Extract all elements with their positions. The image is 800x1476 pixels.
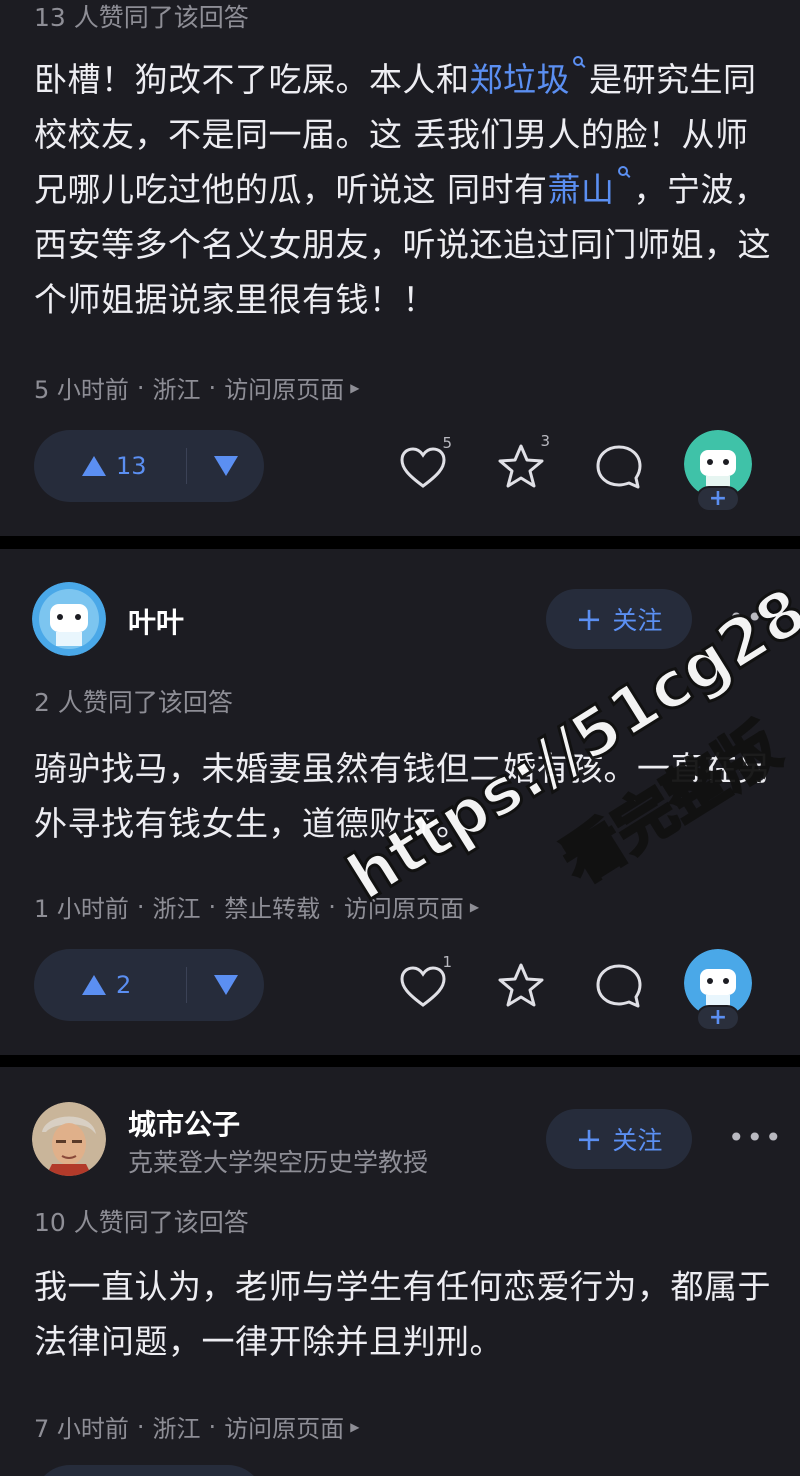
keyword-link[interactable]: 郑垃圾 [470,60,571,99]
star-icon [498,963,544,1007]
meta-separator: · [208,892,217,921]
answer-meta: 1 小时前 · 浙江 · 禁止转载 · 访问原页面 ▶ [34,889,479,924]
downvote-icon [213,975,238,995]
follow-plus-icon[interactable]: + [696,486,740,512]
comment-button[interactable] [592,959,646,1013]
like-button[interactable]: 5 [396,434,452,496]
more-icon[interactable]: ••• [728,601,784,634]
follow-plus-icon[interactable]: + [696,1005,740,1031]
like-button[interactable]: 1 [396,953,452,1015]
upvote-icon [82,975,106,995]
caret-right-icon: ▶ [350,380,360,395]
comment-icon [596,445,642,489]
meta-separator: · [208,373,217,402]
agree-count: 2 人赞同了该回答 [34,688,233,717]
author-avatar-button[interactable]: + [684,949,752,1031]
meta-separator: · [136,892,145,921]
favorite-button[interactable]: 3 [494,432,550,494]
keyword-link[interactable]: 萧山 [548,170,615,209]
downvote-icon [213,456,238,476]
user-name[interactable]: 叶叶 [128,601,184,641]
portrait-avatar-icon [32,1102,106,1176]
visit-original-link[interactable]: 访问原页面 [344,889,464,924]
body-text-part: 卧槽！狗改不了吃屎。本人和 [34,60,470,99]
vote-control [34,1465,264,1476]
favorite-button[interactable] [494,959,548,1013]
upvote-icon [82,456,106,476]
agree-count: 10 人赞同了该回答 [34,1208,249,1237]
vote-control: 13 [34,430,264,502]
post-location: 浙江 [152,376,201,404]
meta-separator: · [136,373,145,402]
user-name[interactable]: 城市公子 [128,1103,240,1143]
meta-separator: · [136,1412,145,1441]
more-icon[interactable]: ••• [728,1121,784,1154]
upvote-count: 2 [116,971,132,999]
follow-button[interactable]: + 关注 [546,1109,692,1169]
follow-button[interactable]: + 关注 [546,589,692,649]
vote-control: 2 [34,949,264,1021]
comment-icon [596,964,642,1008]
meta-separator: · [328,892,336,921]
visit-original-link[interactable]: 访问原页面 [224,1409,344,1444]
answer-body: 卧槽！狗改不了吃屎。本人和郑垃圾 是研究生同校校友，不是同一届。这 丢我们男人的脸… [34,52,774,327]
avatar[interactable] [32,582,106,656]
post-location: 浙江 [152,1415,201,1443]
robot-avatar-icon [32,582,106,656]
answer-card-2: 叶叶 + 关注 ••• 2 人赞同了该回答 骑驴找马，未婚妻虽然有钱但二婚有孩。… [0,549,800,1055]
upvote-count: 13 [116,452,147,480]
favorite-count: 3 [540,432,550,450]
like-count: 5 [442,434,452,452]
upvote-button[interactable]: 13 [34,430,186,502]
agree-count: 13 人赞同了该回答 [34,3,249,32]
avatar[interactable] [32,1102,106,1176]
follow-label: 关注 [612,606,663,635]
plus-icon: + [575,1120,603,1158]
post-location: 浙江 [152,895,201,923]
meta-separator: · [208,1412,217,1441]
search-icon[interactable] [617,166,628,176]
answer-meta: 7 小时前 · 浙江 · 访问原页面 ▶ [34,1409,359,1444]
post-time: 1 小时前 [34,895,129,923]
no-repost-note: 禁止转载 [224,895,321,923]
plus-icon: + [575,600,603,638]
post-time: 7 小时前 [34,1415,129,1443]
answer-body: 骑驴找马，未婚妻虽然有钱但二婚有孩。一直在另外寻找有钱女生，道德败坏。 [34,749,771,843]
user-title: 克莱登大学架空历史学教授 [128,1148,429,1177]
like-count: 1 [442,953,452,971]
follow-label: 关注 [612,1126,663,1155]
downvote-button[interactable] [187,949,264,1021]
search-icon[interactable] [573,56,583,66]
caret-right-icon: ▶ [350,1419,360,1434]
answer-body: 我一直认为，老师与学生有任何恋爱行为，都属于法律问题，一律开除并且判刑。 [34,1267,771,1361]
caret-right-icon: ▶ [469,899,480,914]
comment-button[interactable] [592,440,646,494]
post-time: 5 小时前 [34,376,129,404]
downvote-button[interactable] [187,430,264,502]
answer-card-3: 城市公子 克莱登大学架空历史学教授 + 关注 ••• 10 人赞同了该回答 我一… [0,1067,800,1476]
answer-card-1: 13 人赞同了该回答 卧槽！狗改不了吃屎。本人和郑垃圾 是研究生同校校友，不是同一… [0,0,800,536]
author-avatar-button[interactable]: + [684,430,752,512]
visit-original-link[interactable]: 访问原页面 [224,370,344,405]
answer-meta: 5 小时前 · 浙江 · 访问原页面 ▶ [34,370,359,405]
upvote-button[interactable]: 2 [34,949,186,1021]
